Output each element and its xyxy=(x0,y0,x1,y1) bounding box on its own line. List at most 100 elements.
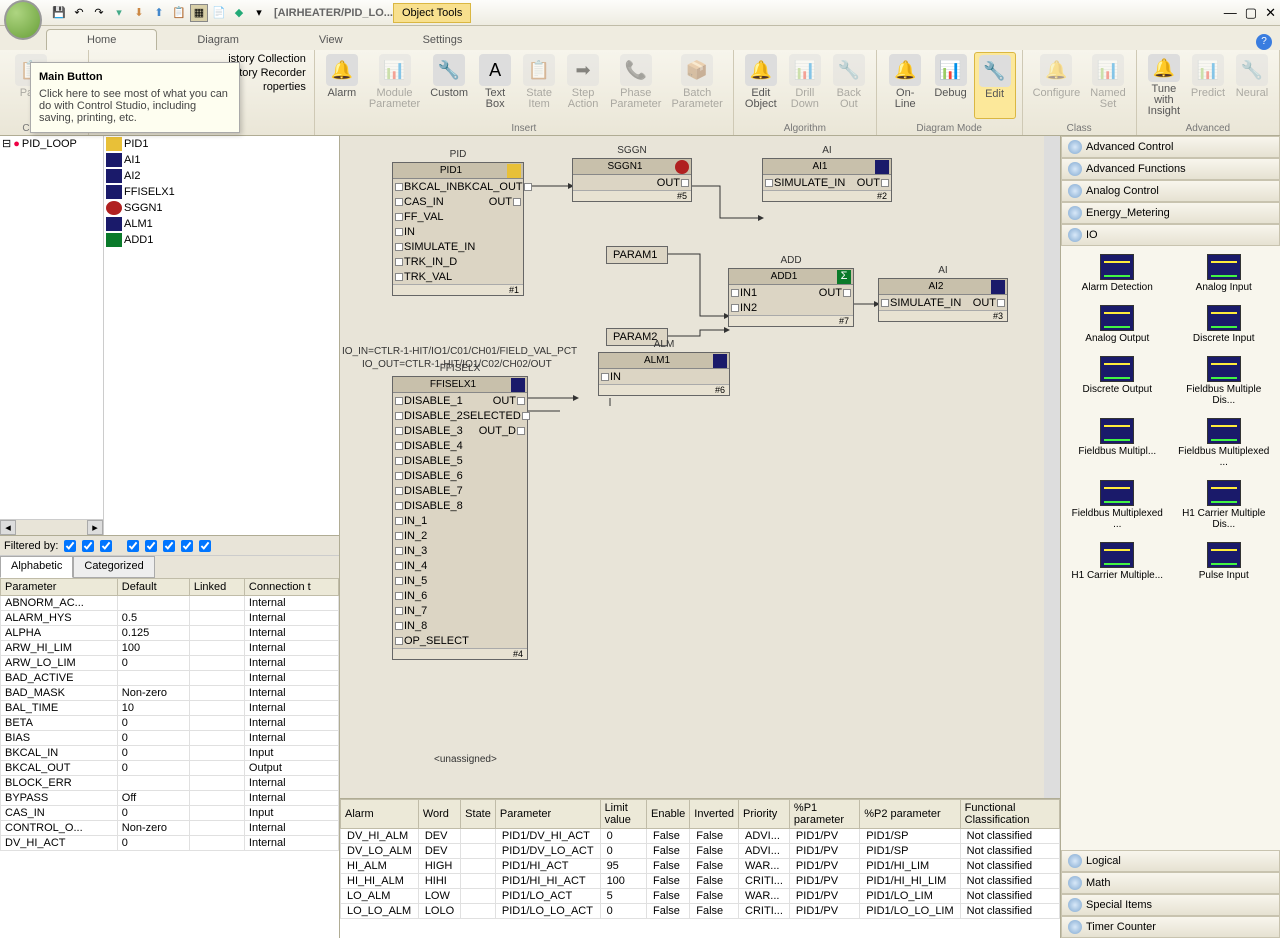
palette-item[interactable]: Fieldbus Multiplexed ... xyxy=(1172,414,1277,472)
alarm-col-header[interactable]: %P1 parameter xyxy=(789,800,859,829)
app-logo[interactable] xyxy=(4,0,42,40)
palette-item[interactable]: H1 Carrier Multiple... xyxy=(1065,538,1170,585)
qa-icon-2[interactable]: ⬇ xyxy=(130,4,148,22)
filter-check-1[interactable] xyxy=(64,540,76,552)
redo-icon[interactable]: ↷ xyxy=(90,4,108,22)
text-box-button[interactable]: ATextBox xyxy=(474,52,516,119)
param-row[interactable]: DV_HI_ACT0Internal xyxy=(1,836,339,851)
palette-category[interactable]: Advanced Control xyxy=(1061,136,1280,158)
port-row[interactable]: OP_SELECT xyxy=(393,633,527,648)
palette-category[interactable]: Math xyxy=(1061,872,1280,894)
alarm-col-header[interactable]: %P2 parameter xyxy=(860,800,960,829)
tree-item-ai1[interactable]: AI1 xyxy=(104,152,336,168)
param-row[interactable]: BETA0Internal xyxy=(1,716,339,731)
alarm-col-header[interactable]: Alarm xyxy=(341,800,419,829)
tree-hscroll[interactable]: ◂▸ xyxy=(0,519,103,535)
param-col-header[interactable]: Default xyxy=(117,579,189,596)
tab-diagram[interactable]: Diagram xyxy=(157,30,279,50)
tree-item-sggn1[interactable]: SGGN1 xyxy=(104,200,336,216)
port-row[interactable]: DISABLE_7 xyxy=(393,483,527,498)
palette-category[interactable]: Advanced Functions xyxy=(1061,158,1280,180)
palette-item[interactable]: Analog Output xyxy=(1065,301,1170,348)
undo-icon[interactable]: ↶ xyxy=(70,4,88,22)
param-col-header[interactable]: Connection t xyxy=(244,579,338,596)
maximize-icon[interactable]: ▢ xyxy=(1245,5,1257,21)
properties-button[interactable]: roperties xyxy=(263,81,306,93)
filter-check-3[interactable] xyxy=(100,540,112,552)
edit-button[interactable]: 🔧Edit xyxy=(974,52,1016,119)
alarm-col-header[interactable]: Priority xyxy=(739,800,790,829)
palette-category[interactable]: Energy_Metering xyxy=(1061,202,1280,224)
param-row[interactable]: BAD_ACTIVEInternal xyxy=(1,671,339,686)
filter-check-5[interactable] xyxy=(145,540,157,552)
param-row[interactable]: BIAS0Internal xyxy=(1,731,339,746)
tree-item-pid1[interactable]: PID1 xyxy=(104,136,336,152)
port-row[interactable]: FF_VAL xyxy=(393,209,523,224)
qa-icon-4[interactable]: 📋 xyxy=(170,4,188,22)
param-row[interactable]: CONTROL_O...Non-zeroInternal xyxy=(1,821,339,836)
block-add1[interactable]: ADD ADD1Σ IN1OUT IN2 #7 xyxy=(728,268,854,327)
tab-alphabetic[interactable]: Alphabetic xyxy=(0,556,73,578)
param-row[interactable]: BYPASSOffInternal xyxy=(1,791,339,806)
port-row[interactable]: TRK_VAL xyxy=(393,269,523,284)
qa-customize-icon[interactable]: ▾ xyxy=(250,4,268,22)
port-row[interactable]: IN_2 xyxy=(393,528,527,543)
block-sggn1[interactable]: SGGN SGGN1 OUT #5 xyxy=(572,158,692,202)
alarm-row[interactable]: DV_HI_ALMDEVPID1/DV_HI_ACT0FalseFalseADV… xyxy=(341,829,1060,844)
tree-root[interactable]: ⊟ ● PID_LOOP xyxy=(0,136,103,151)
alarm-row[interactable]: LO_LO_ALMLOLOPID1/LO_LO_ACT0FalseFalseCR… xyxy=(341,904,1060,919)
alarm-col-header[interactable]: Parameter xyxy=(495,800,600,829)
palette-item[interactable]: Pulse Input xyxy=(1172,538,1277,585)
filter-check-2[interactable] xyxy=(82,540,94,552)
close-icon[interactable]: ✕ xyxy=(1265,5,1276,21)
param-row[interactable]: BLOCK_ERRInternal xyxy=(1,776,339,791)
port-row[interactable]: DISABLE_8 xyxy=(393,498,527,513)
alarm-row[interactable]: HI_HI_ALMHIHIPID1/HI_HI_ACT100FalseFalse… xyxy=(341,874,1060,889)
on-line-button[interactable]: 🔔On-Line xyxy=(883,52,928,119)
param-row[interactable]: BAD_MASKNon-zeroInternal xyxy=(1,686,339,701)
param-row[interactable]: BAL_TIME10Internal xyxy=(1,701,339,716)
history-recorder-button[interactable]: istory Recorder xyxy=(231,67,306,79)
edit-object-button[interactable]: 🔔EditObject xyxy=(740,52,782,119)
diagram-canvas[interactable]: IO_IN=CTLR-1-HIT/IO1/C01/CH01/FIELD_VAL_… xyxy=(340,136,1060,798)
filter-check-4[interactable] xyxy=(127,540,139,552)
save-icon[interactable]: 💾 xyxy=(50,4,68,22)
alarm-col-header[interactable]: Inverted xyxy=(690,800,739,829)
alarm-grid[interactable]: AlarmWordStateParameterLimit valueEnable… xyxy=(340,798,1060,938)
tree-item-ffiselx1[interactable]: FFISELX1 xyxy=(104,184,336,200)
qa-icon-3[interactable]: ⬆ xyxy=(150,4,168,22)
param-row[interactable]: ALPHA0.125Internal xyxy=(1,626,339,641)
param-row[interactable]: BKCAL_IN0Input xyxy=(1,746,339,761)
param-col-header[interactable]: Parameter xyxy=(1,579,118,596)
block-ffiselx1[interactable]: FFISELX FFISELX1 DISABLE_1OUTDISABLE_2SE… xyxy=(392,376,528,660)
palette-item[interactable]: Discrete Input xyxy=(1172,301,1277,348)
param-col-header[interactable]: Linked xyxy=(189,579,244,596)
tab-categorized[interactable]: Categorized xyxy=(73,556,154,578)
alarm-row[interactable]: HI_ALMHIGHPID1/HI_ACT95FalseFalseWAR...P… xyxy=(341,859,1060,874)
palette-category[interactable]: Analog Control xyxy=(1061,180,1280,202)
palette-item[interactable]: Fieldbus Multiplexed ... xyxy=(1065,476,1170,534)
block-pid1[interactable]: PID PID1 BKCAL_INBKCAL_OUTCAS_INOUTFF_VA… xyxy=(392,162,524,296)
palette-category[interactable]: IO xyxy=(1061,224,1280,246)
port-row[interactable]: IN_6 xyxy=(393,588,527,603)
tab-settings[interactable]: Settings xyxy=(383,30,503,50)
minimize-icon[interactable]: — xyxy=(1224,5,1237,20)
tune-with-insight-button[interactable]: 🔔Tune withInsight xyxy=(1143,52,1185,119)
palette-item[interactable]: Fieldbus Multiple Dis... xyxy=(1172,352,1277,410)
palette-item[interactable]: Analog Input xyxy=(1172,250,1277,297)
port-row[interactable]: IN_4 xyxy=(393,558,527,573)
palette-category[interactable]: Logical xyxy=(1061,850,1280,872)
port-row[interactable]: IN_1 xyxy=(393,513,527,528)
port-row[interactable]: IN_8 xyxy=(393,618,527,633)
port-row[interactable]: IN xyxy=(393,224,523,239)
tree-item-ai2[interactable]: AI2 xyxy=(104,168,336,184)
help-icon[interactable]: ? xyxy=(1256,34,1272,50)
palette-category[interactable]: Timer Counter xyxy=(1061,916,1280,938)
tree-item-add1[interactable]: ADD1 xyxy=(104,232,336,248)
parameter-grid[interactable]: ParameterDefaultLinkedConnection tABNORM… xyxy=(0,578,339,938)
port-row[interactable]: DISABLE_5 xyxy=(393,453,527,468)
minus-icon[interactable]: ⊟ xyxy=(2,137,11,150)
port-row[interactable]: DISABLE_6 xyxy=(393,468,527,483)
tree-item-alm1[interactable]: ALM1 xyxy=(104,216,336,232)
port-row[interactable]: DISABLE_2SELECTED xyxy=(393,408,527,423)
